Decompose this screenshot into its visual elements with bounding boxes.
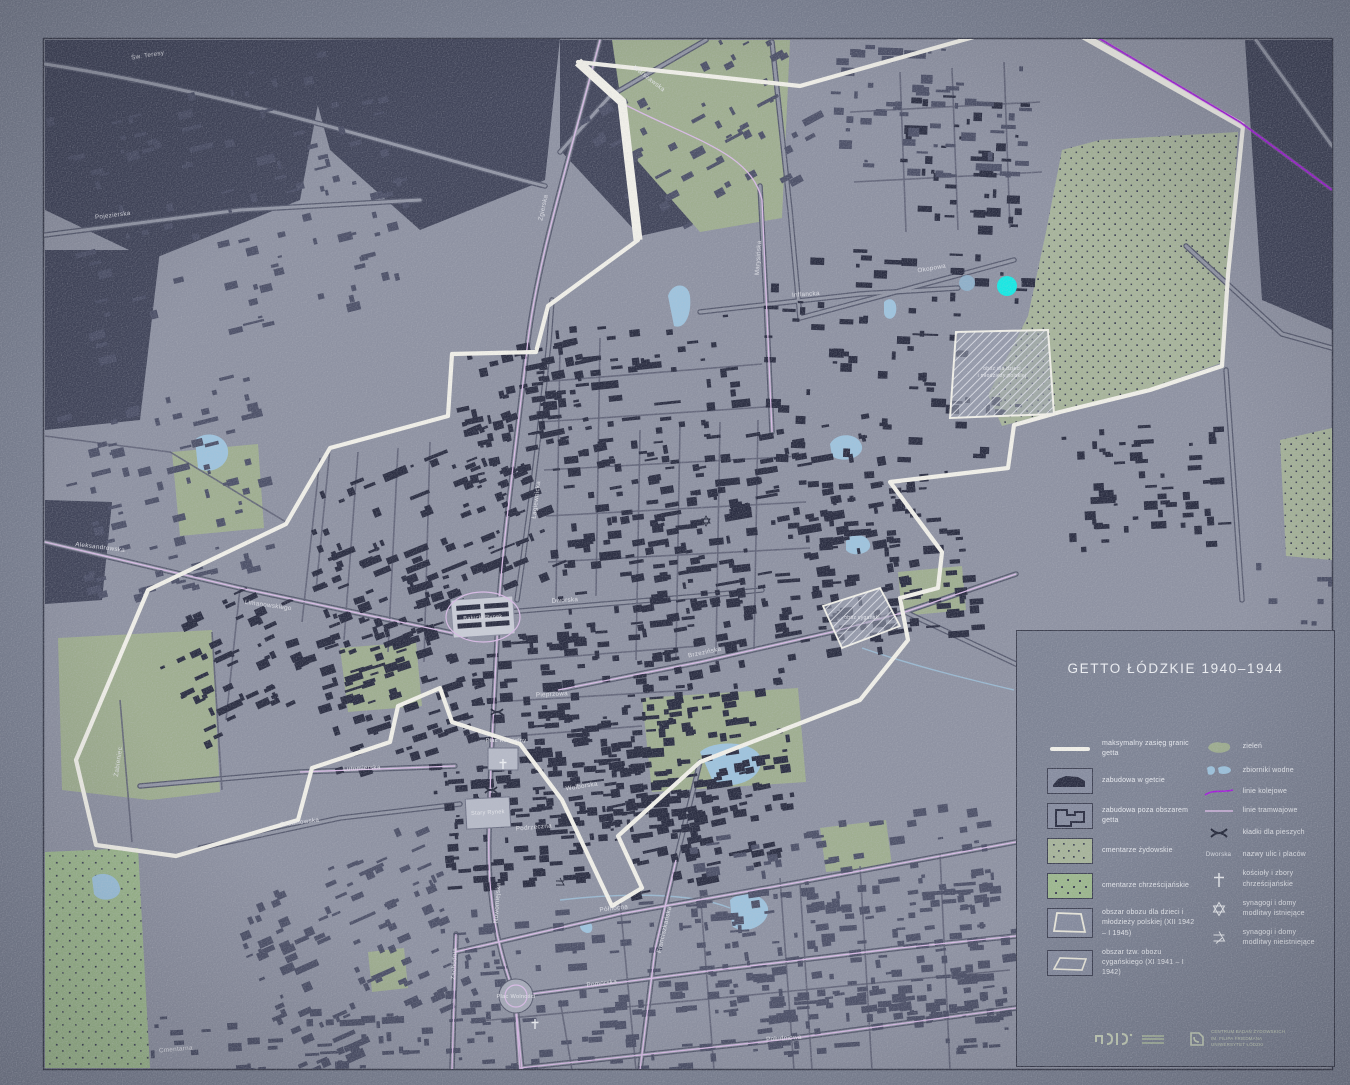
legend-panel: GETTO ŁÓDZKIE 1940–1944 maksymalny zasię… bbox=[1016, 630, 1335, 1067]
hebrew-letters-logo-icon bbox=[1095, 1033, 1133, 1045]
water-icon bbox=[1204, 764, 1234, 778]
legend-left-column: maksymalny zasięg granic getta zabudowa … bbox=[1047, 739, 1196, 987]
place-label: Plac Wolności bbox=[497, 994, 536, 1000]
legend-item-gypsy-camp: obszar tzw. obozu cygańskiego (XI 1941 –… bbox=[1047, 948, 1196, 978]
christian-cemetery-swatch-icon bbox=[1047, 873, 1093, 900]
church-cross-icon bbox=[1204, 871, 1234, 889]
outside-buildings-swatch-icon bbox=[1047, 803, 1093, 830]
legend-item-children-camp: obszar obozu dla dzieci i młodzieży pols… bbox=[1047, 908, 1196, 939]
research-center-logo: CENTRUM BADAŃ ŻYDOWSKICH IM. FILIPA FRIE… bbox=[1188, 1029, 1285, 1049]
street-name-sample: Dworska bbox=[1205, 852, 1232, 859]
legend-item-boundary: maksymalny zasięg granic getta bbox=[1047, 739, 1196, 759]
star-of-david-icon bbox=[1204, 900, 1234, 918]
greenery-icon bbox=[1204, 739, 1234, 755]
children-camp-swatch-icon bbox=[1047, 908, 1093, 939]
legend-right-column: zieleń zbiorniki wodne linie kolejowe li… bbox=[1204, 739, 1324, 987]
camp-label: obóz cygański bbox=[844, 615, 880, 621]
legend-item-street-names: Dworska nazwy ulic i placów bbox=[1204, 850, 1324, 860]
ghetto-buildings-swatch-icon bbox=[1047, 768, 1093, 795]
legend-item-jewish-cemeteries: cmentarze żydowskie bbox=[1047, 838, 1196, 865]
university-logo-icon bbox=[1190, 1032, 1204, 1046]
legend-body: maksymalny zasięg granic getta zabudowa … bbox=[1047, 739, 1324, 987]
gypsy-camp-swatch-icon bbox=[1047, 949, 1093, 976]
legend-item-synagogues-existing: synagogi i domy modlitwy istniejące bbox=[1204, 899, 1324, 919]
legend-item-buildings-outside: zabudowa poza obszarem getta bbox=[1047, 803, 1196, 830]
map-title: GETTO ŁÓDZKIE 1940–1944 bbox=[1067, 661, 1284, 676]
map-poster: Św. Teresy Pojezierska Warszawska Zgierska M… bbox=[0, 0, 1350, 1085]
camp-label: i młodzieży polskiej bbox=[978, 373, 1027, 379]
railway-line-icon bbox=[1204, 787, 1234, 797]
research-center-logo-text: CENTRUM BADAŃ ŻYDOWSKICH IM. FILIPA FRIE… bbox=[1211, 1029, 1286, 1048]
legend-item-railway: linie kolejowe bbox=[1204, 787, 1324, 797]
legend-item-greenery: zieleń bbox=[1204, 739, 1324, 755]
legend-item-christian-cemeteries: cmentarze chrześcijańskie bbox=[1047, 873, 1196, 900]
legend-item-tram: linie tramwajowe bbox=[1204, 806, 1324, 816]
tram-line-icon bbox=[1204, 808, 1234, 814]
camp-label: obóz dla dzieci bbox=[983, 366, 1021, 372]
broken-star-icon bbox=[1204, 929, 1234, 947]
highlight-marker bbox=[997, 276, 1017, 296]
legend-item-footbridges: kładki dla pieszych bbox=[1204, 825, 1324, 841]
museum-logo-text-lines bbox=[1142, 1033, 1164, 1045]
legend-item-water: zbiorniki wodne bbox=[1204, 764, 1324, 778]
legend-item-synagogues-gone: synagogi i domy modlitwy nieistniejące bbox=[1204, 928, 1324, 948]
footbridge-icon bbox=[1204, 825, 1234, 841]
boundary-swatch-icon bbox=[1047, 747, 1093, 752]
legend-item-buildings-ghetto: zabudowa w getcie bbox=[1047, 768, 1196, 795]
museum-logo bbox=[1093, 1028, 1164, 1050]
legend-item-churches: kościoły i zbory chrześcijańskie bbox=[1204, 869, 1324, 889]
place-label: Plac Kościelny bbox=[486, 738, 527, 744]
publisher-logos: CENTRUM BADAŃ ŻYDOWSKICH IM. FILIPA FRIE… bbox=[1093, 1028, 1285, 1050]
jewish-cemetery-swatch-icon bbox=[1047, 838, 1093, 865]
